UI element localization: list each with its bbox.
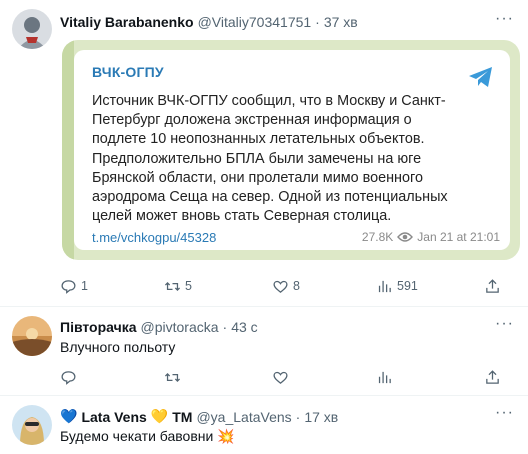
share-icon (486, 369, 499, 384)
author-name[interactable]: Vitaliy Barabanenko (60, 14, 194, 30)
avatar[interactable] (12, 405, 52, 445)
views-button[interactable]: 591 (376, 278, 418, 295)
post-text: Источник ВЧК-ОГПУ сообщил, что в Москву … (92, 92, 504, 226)
telegram-post: ВЧК-ОГПУ Источник ВЧК-ОГПУ сообщил, что … (74, 50, 510, 250)
post-link[interactable]: t.me/vchkogpu/45328 (92, 230, 216, 245)
timestamp[interactable]: 37 хв (324, 14, 358, 30)
share-button[interactable] (484, 278, 501, 295)
separator-dot: · (222, 319, 228, 335)
views-count: 591 (397, 279, 418, 293)
post-date: Jan 21 at 21:01 (417, 230, 500, 244)
reply-icon (61, 370, 76, 385)
separator-dot: · (295, 408, 301, 425)
more-icon[interactable]: ··· (495, 404, 514, 422)
author-name[interactable]: Півторачка (60, 319, 137, 335)
author-handle[interactable]: @Vitaliy70341751 (198, 14, 312, 30)
tweet-actions (60, 367, 520, 387)
separator-dot: · (315, 14, 320, 30)
reply-button[interactable]: 1 (60, 278, 88, 295)
retweet-button[interactable] (164, 369, 181, 386)
post-views: 27.8K (361, 230, 394, 244)
timestamp[interactable]: 43 с (231, 319, 257, 335)
heart-icon (273, 280, 288, 293)
telegram-icon (469, 67, 492, 87)
author-handle[interactable]: @pivtoracka (141, 319, 219, 335)
blue-heart-icon: 💙 (60, 408, 78, 424)
yellow-heart-icon: 💛 (150, 408, 169, 424)
like-button[interactable] (272, 369, 289, 386)
retweet-icon (164, 281, 181, 291)
post-line: аэродрома Сеща на север. Одной из потенц… (92, 189, 448, 206)
timestamp[interactable]: 17 хв (304, 409, 338, 425)
retweet-button[interactable]: 5 (164, 278, 192, 295)
tweet-1[interactable]: Vitaliy Barabanenko @Vitaliy70341751 · 3… (0, 0, 528, 306)
like-count: 8 (293, 279, 300, 293)
reply-count: 1 (81, 279, 88, 293)
views-icon (378, 371, 391, 383)
post-line: целей может вновь стать Северная столица… (92, 208, 392, 225)
retweet-count: 5 (185, 279, 192, 293)
like-button[interactable]: 8 (272, 278, 300, 295)
post-line: Петербург доложена экстренная информация… (92, 112, 412, 129)
views-icon (378, 280, 391, 292)
reply-button[interactable] (60, 369, 77, 386)
avatar[interactable] (12, 9, 52, 49)
share-button[interactable] (484, 369, 501, 386)
post-line: подлете 10 неопознанных летательных объе… (92, 131, 425, 148)
tweet-text: Влучного польоту (60, 339, 176, 355)
telegram-card[interactable]: ВЧК-ОГПУ Источник ВЧК-ОГПУ сообщил, что … (62, 40, 520, 260)
post-line: Брянской области, они пролетали мимо вое… (92, 169, 423, 186)
heart-icon (273, 371, 288, 384)
retweet-icon (164, 372, 181, 382)
card-stripe (62, 40, 74, 260)
more-icon[interactable]: ··· (495, 10, 514, 28)
post-line: Источник ВЧК-ОГПУ сообщил, что в Москву … (92, 93, 446, 109)
post-line: Предположительно БПЛА были замечены на ю… (92, 150, 422, 167)
avatar[interactable] (12, 316, 52, 356)
channel-name: ВЧК-ОГПУ (92, 64, 164, 80)
tweet-2[interactable]: Півторачка @pivtoracka · 43 с ··· Влучно… (0, 307, 528, 395)
post-meta: 27.8K Jan 21 at 21:01 (358, 230, 500, 244)
tweet-actions: 1 5 8 591 (60, 276, 520, 296)
author-name[interactable]: Lata Vens (81, 409, 146, 425)
reply-icon (61, 279, 76, 294)
tweet-3[interactable]: 💙 Lata Vens 💛 TM @ya_LataVens · 17 хв ··… (0, 396, 528, 454)
tweet-text: Будемо чекати бавовни 💥 (60, 428, 235, 444)
tm-mark: TM (172, 408, 193, 425)
views-button[interactable] (376, 369, 393, 386)
more-icon[interactable]: ··· (495, 315, 514, 333)
eye-icon (397, 232, 414, 242)
author-handle[interactable]: @ya_LataVens (196, 409, 291, 425)
share-icon (486, 278, 499, 293)
